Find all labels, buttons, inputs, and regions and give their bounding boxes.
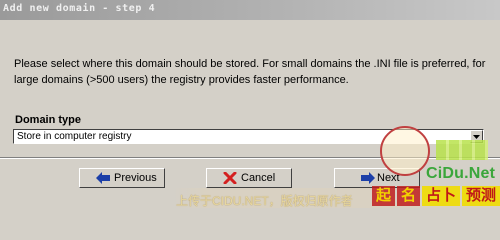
- watermark-upload-text: 上传于CIDU.NET，版权归原作者: [176, 194, 353, 208]
- watermark-char: 名: [397, 186, 421, 206]
- watermark-seal: [380, 126, 430, 176]
- previous-button-label: Previous: [114, 172, 157, 184]
- watermark-char: 起: [372, 186, 396, 206]
- x-icon: [223, 172, 237, 184]
- description-text: Please select where this domain should b…: [14, 58, 486, 86]
- watermark-site: CiDu.Net: [426, 165, 496, 182]
- watermark-char: 占卜: [422, 186, 461, 206]
- title-bar: Add new domain - step 4: [0, 0, 500, 20]
- domain-type-label: Domain type: [15, 114, 82, 126]
- watermark-brand: 起名占卜 预测: [372, 186, 500, 206]
- arrow-left-icon: [96, 172, 110, 184]
- arrow-right-icon: [361, 172, 375, 184]
- window-title: Add new domain - step 4: [3, 3, 156, 14]
- cancel-button[interactable]: Cancel: [206, 168, 292, 188]
- watermark-blocks: [436, 140, 488, 160]
- previous-button[interactable]: Previous: [79, 168, 165, 188]
- domain-type-selected-value: Store in computer registry: [17, 131, 132, 142]
- watermark-char: 预测: [462, 186, 500, 206]
- chevron-down-icon: [473, 135, 480, 139]
- cancel-button-label: Cancel: [241, 172, 276, 184]
